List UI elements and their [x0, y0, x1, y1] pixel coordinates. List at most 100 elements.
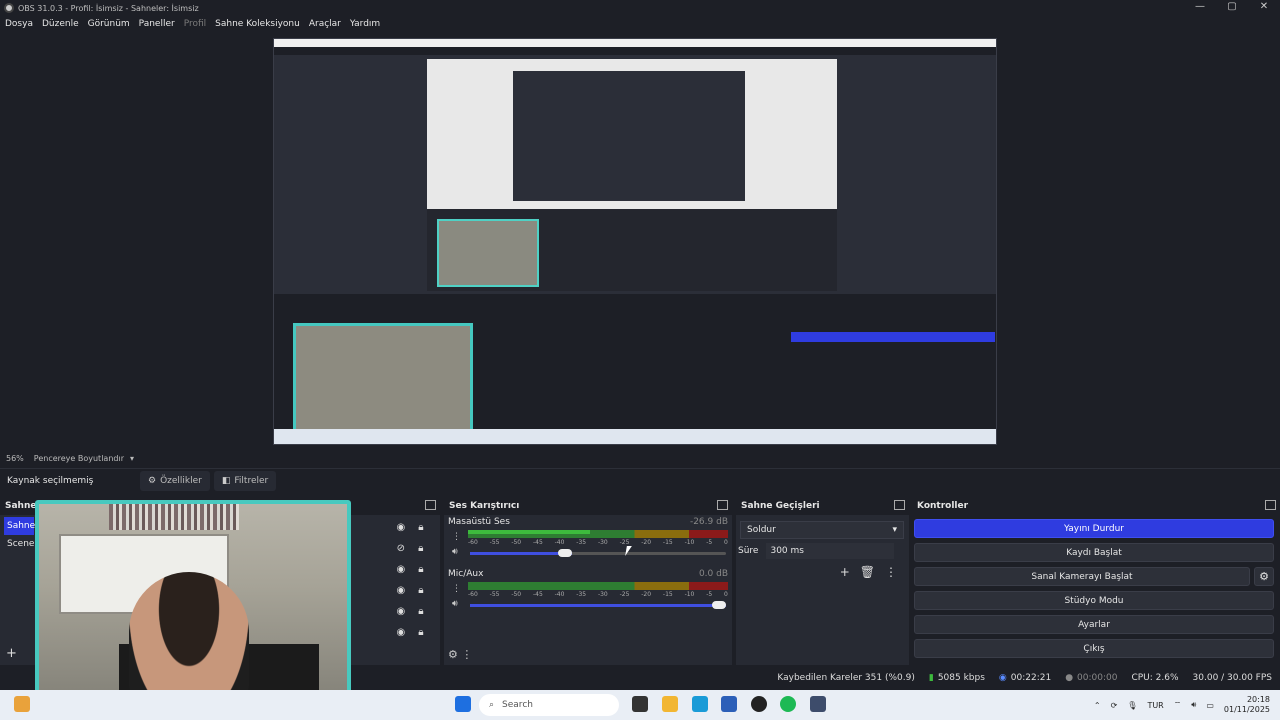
undock-icon[interactable] [425, 500, 436, 510]
zoom-level[interactable]: 56% [6, 454, 24, 463]
widget-icon[interactable] [14, 696, 30, 712]
gear-icon[interactable]: ⚙ [1254, 567, 1274, 586]
speaker-icon[interactable]: 🔊︎ [452, 545, 461, 560]
windows-start-icon[interactable] [455, 696, 471, 712]
preview-canvas[interactable] [273, 38, 997, 445]
source-row[interactable]: ◉ 🔒︎ [390, 622, 430, 643]
eye-icon[interactable]: ◉ [396, 564, 405, 575]
stop-stream-button[interactable]: Yayını Durdur [914, 519, 1274, 538]
scale-tick: -55 [489, 539, 500, 546]
kebab-menu-icon[interactable]: ⋮ [461, 648, 472, 661]
add-icon[interactable]: + [840, 565, 850, 579]
studio-mode-button[interactable]: Stüdyo Modu [914, 591, 1274, 610]
slider-knob[interactable] [558, 549, 573, 557]
sync-icon[interactable]: ⟳ [1111, 701, 1118, 710]
kebab-menu-icon[interactable]: ⋮ [452, 530, 461, 545]
volume-slider[interactable] [470, 549, 726, 557]
add-scene-icon[interactable]: + [6, 646, 17, 661]
menu-help[interactable]: Yardım [350, 19, 380, 29]
source-row[interactable]: ◉ 🔒︎ [390, 580, 430, 601]
scene-item[interactable]: Scene [4, 535, 34, 553]
menu-tools[interactable]: Araçlar [309, 19, 341, 29]
scale-tick: -40 [554, 539, 565, 546]
taskbar-search[interactable]: ⌕ Search [479, 694, 619, 716]
lock-icon[interactable]: 🔒︎ [418, 564, 423, 575]
undock-icon[interactable] [1265, 500, 1276, 510]
scene-item[interactable]: Sahne [4, 517, 35, 535]
eye-icon[interactable]: ◉ [396, 585, 405, 596]
eye-icon[interactable]: ◉ [396, 606, 405, 617]
clock-time: 20:18 [1246, 695, 1270, 704]
fit-to-window[interactable]: Pencereye Boyutlandır [34, 454, 124, 463]
controls-dock: Kontroller Yayını Durdur Kaydı Başlat Sa… [912, 497, 1280, 665]
menu-docks[interactable]: Paneller [139, 19, 175, 29]
eye-icon[interactable]: ◉ [396, 522, 405, 533]
mic-icon[interactable]: 🎙︎ [1127, 701, 1137, 710]
meter-level [468, 530, 591, 534]
eye-hidden-icon[interactable]: ⊘ [397, 543, 405, 554]
duration-input[interactable]: 300 ms [766, 543, 895, 559]
channel-icons: ⋮ 🔊︎ [452, 530, 461, 560]
settings-button[interactable]: Ayarlar [914, 615, 1274, 634]
filters-button[interactable]: ◧ Filtreler [213, 470, 277, 491]
speaker-icon[interactable]: 🔊︎ [452, 597, 461, 612]
edge-icon[interactable] [692, 696, 708, 712]
source-row[interactable]: ◉ 🔒︎ [390, 517, 430, 538]
trash-icon[interactable]: 🗑︎ [860, 565, 875, 579]
close-button[interactable]: ✕ [1248, 0, 1280, 16]
menu-profile[interactable]: Profil [184, 19, 206, 29]
source-row[interactable]: ◉ 🔒︎ [390, 601, 430, 622]
lock-icon[interactable]: 🔒︎ [418, 606, 423, 617]
lock-icon[interactable]: 🔒︎ [418, 522, 423, 533]
scale-tick: -35 [576, 591, 587, 598]
source-row[interactable]: ◉ 🔒︎ [390, 559, 430, 580]
scale-tick: -50 [511, 539, 522, 546]
scale-tick: -20 [641, 591, 652, 598]
spotify-icon[interactable] [780, 696, 796, 712]
fps: 30.00 / 30.00 FPS [1192, 673, 1272, 683]
source-row[interactable]: ⊘ 🔒︎ [390, 538, 430, 559]
kebab-menu-icon[interactable]: ⋮ [885, 565, 897, 579]
slider-knob[interactable] [712, 601, 726, 609]
exit-button[interactable]: Çıkış [914, 639, 1274, 658]
minimize-button[interactable]: — [1184, 0, 1216, 16]
obs-icon[interactable] [751, 696, 767, 712]
undock-icon[interactable] [894, 500, 905, 510]
scale-tick: -55 [489, 591, 500, 598]
menu-file[interactable]: Dosya [5, 19, 33, 29]
scale-tick: -20 [641, 539, 652, 546]
kebab-menu-icon[interactable]: ⋮ [452, 582, 461, 597]
lock-icon[interactable]: 🔒︎ [418, 585, 423, 596]
language-indicator[interactable]: TUR [1147, 701, 1163, 710]
stream-icon: ◉ [998, 673, 1007, 683]
calculator-icon[interactable] [810, 696, 826, 712]
battery-icon[interactable]: ▭ [1206, 701, 1214, 710]
volume-slider[interactable] [470, 601, 726, 609]
start-recording-button[interactable]: Kaydı Başlat [914, 543, 1274, 562]
chevron-down-icon: ▾ [892, 525, 897, 535]
lock-icon[interactable]: 🔒︎ [418, 543, 423, 554]
volume-icon[interactable]: 🔊︎ [1191, 700, 1196, 710]
scale-tick: -5 [706, 539, 713, 546]
clock[interactable]: 20:18 01/11/2025 [1224, 695, 1270, 715]
transition-select[interactable]: Soldur ▾ [740, 521, 904, 539]
eye-icon[interactable]: ◉ [396, 627, 405, 638]
store-icon[interactable] [721, 696, 737, 712]
menu-scene-collection[interactable]: Sahne Koleksiyonu [215, 19, 300, 29]
chevron-down-icon[interactable]: ▾ [130, 454, 134, 463]
file-explorer-icon[interactable] [662, 696, 678, 712]
gear-icon[interactable]: ⚙ [448, 648, 458, 661]
undock-icon[interactable] [717, 500, 728, 510]
menu-edit[interactable]: Düzenle [42, 19, 79, 29]
wifi-icon[interactable]: ⌔ [1174, 700, 1182, 710]
scale-tick: -10 [684, 539, 695, 546]
nested-taskbar [274, 429, 996, 444]
start-virtual-camera-button[interactable]: Sanal Kamerayı Başlat [914, 567, 1250, 586]
maximize-button[interactable]: ▢ [1216, 0, 1248, 16]
lock-icon[interactable]: 🔒︎ [418, 627, 423, 638]
chevron-up-icon[interactable]: ⌃ [1094, 701, 1101, 710]
task-view-icon[interactable] [632, 696, 648, 712]
menu-view[interactable]: Görünüm [88, 19, 130, 29]
duration-label: Süre [738, 546, 759, 556]
properties-button[interactable]: ⚙ Özellikler [140, 470, 210, 491]
